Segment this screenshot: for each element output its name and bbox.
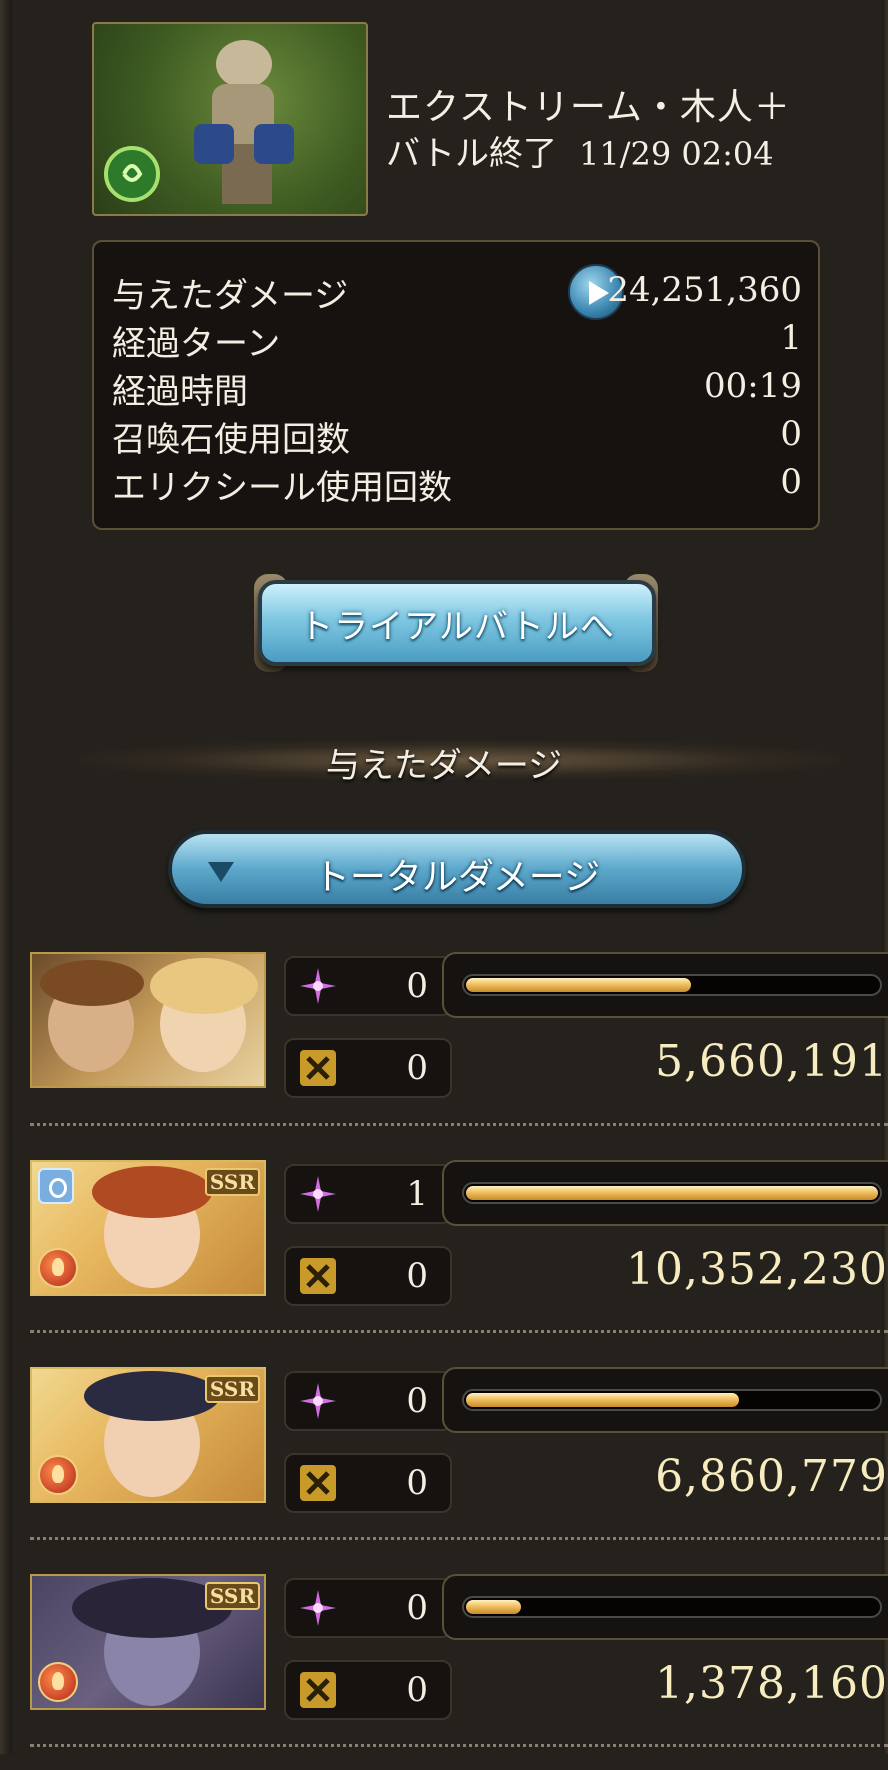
dropdown-label: トータルダメージ: [313, 857, 601, 898]
ability-count: 0: [406, 1048, 428, 1088]
damage-bar-fill: [466, 1393, 739, 1407]
ssr-rarity-badge: SSR: [204, 1375, 260, 1403]
gold-cross-icon: [300, 1258, 336, 1294]
stat-label: 召喚石使用回数: [112, 420, 350, 460]
ougi-counter: 1: [284, 1164, 452, 1224]
purple-sparkle-icon: [300, 968, 336, 1004]
row-divider: [30, 1123, 888, 1126]
damage-bar-fill: [466, 1186, 878, 1200]
damage-bar-fill: [466, 978, 691, 992]
ability-counter: 0: [284, 1660, 452, 1720]
battle-datetime: 11/29 02:04: [579, 135, 774, 173]
frame-left-border: [0, 0, 12, 1754]
ring-icon: [38, 1168, 74, 1204]
damage-value: 6,860,779: [655, 1451, 888, 1502]
ougi-counter: 0: [284, 956, 452, 1016]
ssr-rarity-badge: SSR: [204, 1168, 260, 1196]
ability-counter: 0: [284, 1038, 452, 1098]
gold-cross-icon: [300, 1672, 336, 1708]
ability-count: 0: [406, 1670, 428, 1710]
row-divider: [30, 1744, 888, 1747]
ssr-rarity-badge: SSR: [204, 1582, 260, 1610]
damage-type-dropdown[interactable]: トータルダメージ: [168, 830, 746, 908]
stat-row-turns: 経過ターン 1: [112, 316, 802, 364]
ougi-count: 0: [406, 1588, 428, 1628]
ability-counter: 0: [284, 1246, 452, 1306]
damage-share-bar: [442, 1367, 888, 1433]
party-member-row: 0 0 5,660,191: [30, 952, 888, 1148]
character-portrait[interactable]: SSR: [30, 1160, 266, 1296]
purple-sparkle-icon: [300, 1383, 336, 1419]
character-portrait[interactable]: SSR: [30, 1367, 266, 1503]
damage-value: 5,660,191: [655, 1036, 888, 1087]
damage-share-bar: [442, 952, 888, 1018]
ability-counter: 0: [284, 1453, 452, 1513]
damage-share-bar: [442, 1574, 888, 1640]
stat-row-time: 経過時間 00:19: [112, 364, 802, 412]
fire-element-icon: [38, 1248, 78, 1288]
stat-row-elixir-uses: エリクシール使用回数 0: [112, 460, 802, 508]
damage-bar-fill: [466, 1600, 521, 1614]
party-member-row: SSR 0 0 1,378,160: [30, 1574, 888, 1770]
ougi-counter: 0: [284, 1371, 452, 1431]
battle-stats-panel: 与えたダメージ 24,251,360 経過ターン 1 経過時間 00:19 召喚…: [92, 240, 820, 530]
trial-battle-label: トライアルバトルへ: [299, 606, 615, 647]
ougi-count: 0: [406, 1381, 428, 1421]
damage-share-bar: [442, 1160, 888, 1226]
damage-value: 10,352,230: [626, 1244, 888, 1295]
stat-value: 1: [780, 318, 802, 358]
party-member-row: SSR 1 0 10,352,230: [30, 1160, 888, 1356]
stat-value: 24,251,360: [607, 270, 802, 310]
battle-status: バトル終了: [386, 134, 558, 174]
row-divider: [30, 1330, 888, 1333]
stat-row-damage: 与えたダメージ 24,251,360: [112, 264, 802, 320]
stat-value: 0: [780, 462, 802, 502]
character-portrait[interactable]: [30, 952, 266, 1088]
fire-element-icon: [38, 1662, 78, 1702]
stat-value: 00:19: [704, 366, 802, 406]
character-portrait[interactable]: SSR: [30, 1574, 266, 1710]
stat-value: 0: [780, 414, 802, 454]
gold-cross-icon: [300, 1465, 336, 1501]
fire-element-icon: [38, 1455, 78, 1495]
trial-battle-button[interactable]: トライアルバトルへ: [258, 580, 656, 666]
ability-count: 0: [406, 1463, 428, 1503]
purple-sparkle-icon: [300, 1176, 336, 1212]
party-member-row: SSR 0 0 6,860,779: [30, 1367, 888, 1563]
stat-label: エリクシール使用回数: [112, 468, 452, 508]
damage-value: 1,378,160: [655, 1658, 888, 1709]
ougi-counter: 0: [284, 1578, 452, 1638]
ougi-count: 1: [406, 1174, 428, 1214]
purple-sparkle-icon: [300, 1590, 336, 1626]
stat-label: 与えたダメージ: [112, 276, 349, 316]
quest-title: エクストリーム・木人＋: [386, 87, 791, 128]
stat-label: 経過ターン: [112, 324, 281, 364]
stat-label: 経過時間: [112, 372, 248, 412]
ability-count: 0: [406, 1256, 428, 1296]
row-divider: [30, 1537, 888, 1540]
section-title: 与えたダメージ: [325, 746, 563, 786]
ougi-count: 0: [406, 966, 428, 1006]
gold-cross-icon: [300, 1050, 336, 1086]
stat-row-summon-uses: 召喚石使用回数 0: [112, 412, 802, 460]
boss-thumbnail: [92, 22, 368, 216]
quest-status-line: バトル終了 11/29 02:04: [386, 126, 774, 175]
